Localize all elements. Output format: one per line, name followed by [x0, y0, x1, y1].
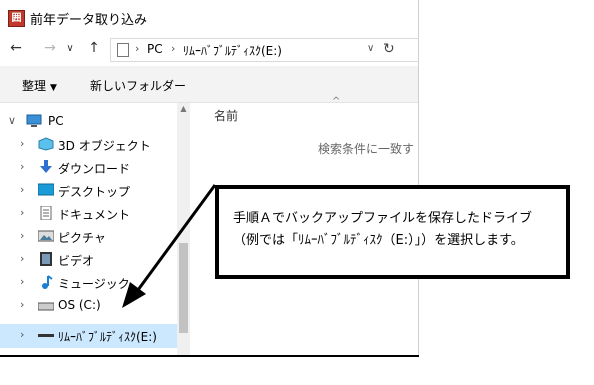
callout-line-1: 手順Ａでバックアップファイルを保存したドライブ: [233, 211, 533, 226]
instruction-callout: 手順Ａでバックアップファイルを保存したドライブ （例では「ﾘﾑｰﾊﾞﾌﾞﾙﾃﾞｨ…: [215, 185, 570, 279]
callout-line-2: （例では「ﾘﾑｰﾊﾞﾌﾞﾙﾃﾞｨｽｸ（E:）」）を選択します。: [233, 233, 524, 248]
